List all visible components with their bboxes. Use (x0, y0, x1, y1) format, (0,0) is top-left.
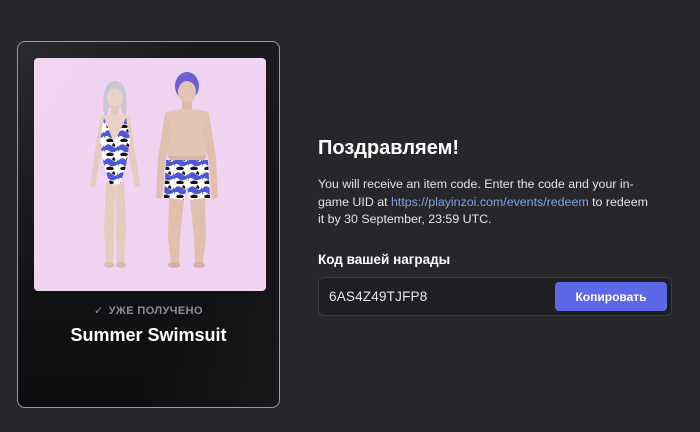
redeem-description: You will receive an item code. Enter the… (318, 176, 654, 229)
page-title: Поздравляем! (318, 137, 460, 159)
reward-code-value[interactable]: 6AS4Z49TJFP8 (329, 289, 427, 304)
redeem-link[interactable]: https://playinzoi.com/events/redeem (391, 195, 589, 209)
claimed-status: ✓ УЖЕ ПОЛУЧЕНО (18, 304, 279, 318)
female-figure (90, 81, 140, 268)
reward-code-label: Код вашей награды (318, 252, 451, 267)
claimed-status-label: УЖЕ ПОЛУЧЕНО (108, 304, 203, 317)
reward-card: ✓ УЖЕ ПОЛУЧЕНО Summer Swimsuit (17, 41, 280, 408)
male-figure (156, 72, 218, 268)
copy-button[interactable]: Копировать (555, 282, 667, 311)
reward-code-field: 6AS4Z49TJFP8 Копировать (318, 277, 672, 316)
item-name: Summer Swimsuit (70, 325, 227, 345)
check-icon: ✓ (94, 305, 104, 317)
item-preview-image (34, 58, 266, 291)
reward-page: ✓ УЖЕ ПОЛУЧЕНО Summer Swimsuit Поздравля… (0, 0, 700, 432)
